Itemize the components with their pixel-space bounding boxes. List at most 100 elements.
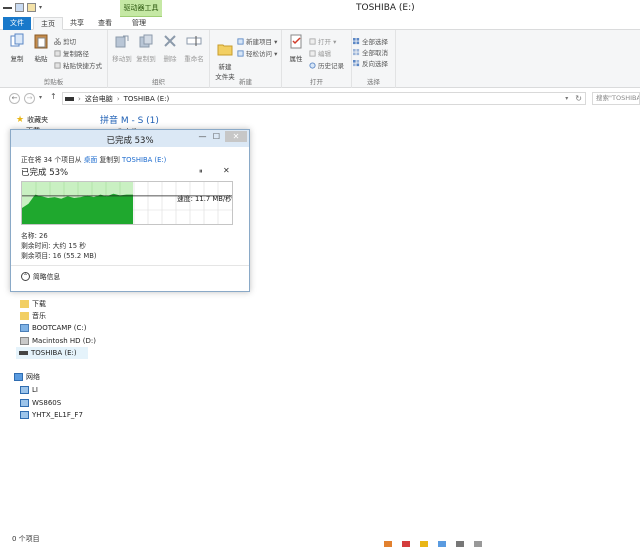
folder-icon [217, 44, 233, 56]
nav-network[interactable]: 网络 [14, 371, 40, 383]
nav-network-li[interactable]: LI [20, 384, 38, 396]
tab-view[interactable]: 查看 [92, 17, 118, 30]
cancel-copy-button[interactable]: ✕ [223, 166, 230, 175]
recent-locations-icon[interactable]: ▾ [39, 94, 42, 101]
nav-downloads[interactable]: 下载 [20, 298, 46, 310]
address-dropdown-icon[interactable]: ▾ [565, 95, 568, 102]
select-all-icon [353, 37, 360, 44]
dialog-title-bar: 已完成 53% — ☐ ✕ [11, 130, 249, 147]
easy-access-icon [237, 49, 244, 57]
edit-icon [309, 49, 316, 57]
computer-icon [20, 411, 29, 419]
edit-button[interactable]: 编辑 [309, 48, 331, 58]
computer-icon [20, 386, 29, 394]
progress-percent: 已完成 53% [21, 168, 69, 178]
paste-button[interactable]: 粘贴 [30, 33, 52, 63]
address-input[interactable]: › 这台电脑 › TOSHIBA (E:) ▾ ↻ [62, 92, 586, 105]
tray-icon[interactable] [438, 541, 446, 547]
select-group: 全部选择 全部取消 反向选择 选择 [352, 30, 396, 88]
minimize-button[interactable]: — [196, 131, 209, 142]
music-folder-icon [20, 312, 29, 320]
copy-path-button[interactable]: 复制路径 [54, 48, 89, 58]
scissors-icon [54, 37, 61, 45]
drive-icon [65, 96, 74, 101]
breadcrumb-separator: › [78, 94, 81, 103]
copy-to-button[interactable]: 复制到 [135, 33, 157, 63]
window-menu-icon[interactable] [3, 6, 12, 9]
back-button[interactable]: ← [9, 93, 20, 104]
breadcrumb-separator: › [116, 94, 120, 103]
delete-button[interactable]: 删除 [159, 33, 181, 63]
paste-icon [34, 34, 48, 49]
tab-share[interactable]: 共享 [64, 17, 90, 30]
new-folder-button[interactable]: 新建 文件夹 [213, 33, 237, 81]
back-arrow-icon: ← [11, 94, 18, 102]
copy-path-icon [54, 49, 61, 57]
less-details-button[interactable]: ⌃ 简略信息 [21, 271, 60, 281]
invert-selection-button[interactable]: 反向选择 [353, 58, 388, 68]
move-to-button[interactable]: 移动到 [111, 33, 133, 63]
select-none-button[interactable]: 全部取消 [353, 47, 388, 57]
item-count: 0 个项目 [12, 535, 40, 543]
destination-link[interactable]: TOSHIBA (E:) [122, 156, 166, 164]
windows-drive-icon [20, 324, 29, 332]
pause-button[interactable]: ⏸ [199, 167, 203, 176]
nav-music[interactable]: 音乐 [20, 310, 46, 322]
group-header[interactable]: 拼音 M - S (1) [100, 113, 159, 126]
tray-icon[interactable] [420, 541, 428, 547]
rename-button[interactable]: 重命名 [183, 33, 205, 63]
easy-access-button[interactable]: 轻松访问 ▾ [237, 48, 277, 58]
new-item-button[interactable]: 新建项目 ▾ [237, 36, 277, 46]
invert-selection-icon [353, 59, 360, 66]
items-remaining: 剩余项目: 16 (55.2 MB) [21, 252, 97, 260]
tray-icon[interactable] [474, 541, 482, 547]
open-icon [309, 37, 316, 45]
new-item-icon [237, 37, 244, 45]
copy-icon [10, 33, 24, 47]
nav-toshiba-drive[interactable]: TOSHIBA (E:) [16, 347, 88, 359]
qat-dropdown-icon[interactable]: ▾ [39, 4, 42, 11]
tray-icon[interactable] [456, 541, 464, 547]
breadcrumb-this-pc[interactable]: 这台电脑 [85, 94, 113, 104]
properties-button[interactable]: 属性 [285, 33, 307, 63]
properties-check-icon [290, 34, 302, 49]
tab-file[interactable]: 文件 [3, 17, 31, 30]
copy-progress-dialog: 已完成 53% — ☐ ✕ 正在将 34 个项目从 桌面 复制到 TOSHIBA… [10, 129, 250, 292]
cut-button[interactable]: 剪切 [54, 36, 76, 46]
up-arrow-icon[interactable]: ↑ [50, 92, 57, 101]
nav-network-yhtx[interactable]: YHTX_EL1F_F7 [20, 409, 83, 421]
downloads-folder-icon [20, 300, 29, 308]
close-button[interactable]: ✕ [225, 131, 247, 142]
search-input[interactable]: 搜索"TOSHIBA [592, 92, 640, 105]
rename-icon [186, 36, 202, 46]
open-group: 属性 打开 ▾ 编辑 历史记录 打开 [282, 30, 352, 88]
organize-group: 移动到 复制到 删除 重命名 组织 [108, 30, 210, 88]
tab-home[interactable]: 主页 [33, 17, 63, 30]
ribbon: 复制 粘贴 剪切 复制路径 粘贴快捷方式 剪贴板 移动到 复制到 删除 重命名 … [0, 30, 640, 88]
paste-shortcut-icon [54, 61, 61, 69]
nav-network-ws860s[interactable]: WS860S [20, 397, 61, 409]
network-icon [14, 373, 23, 381]
move-to-icon [115, 35, 129, 48]
breadcrumb-toshiba[interactable]: TOSHIBA (E:) [124, 95, 170, 103]
forward-button[interactable]: → [24, 93, 35, 104]
quick-access-toolbar: ▾ [3, 3, 42, 12]
select-all-button[interactable]: 全部选择 [353, 36, 388, 46]
tray-icon[interactable] [384, 541, 392, 547]
nav-bootcamp-drive[interactable]: BOOTCAMP (C:) [20, 322, 86, 334]
source-link[interactable]: 桌面 [84, 156, 98, 164]
history-button[interactable]: 历史记录 [309, 60, 344, 70]
open-button[interactable]: 打开 ▾ [309, 36, 336, 46]
maximize-button[interactable]: ☐ [210, 131, 223, 142]
properties-icon[interactable] [15, 3, 24, 12]
paste-shortcut-button[interactable]: 粘贴快捷方式 [54, 60, 102, 70]
tab-manage[interactable]: 管理 [124, 17, 154, 30]
transfer-speed-graph [21, 181, 233, 225]
tray-icon[interactable] [402, 541, 410, 547]
refresh-icon[interactable]: ↻ [572, 94, 585, 103]
new-folder-icon[interactable] [27, 3, 36, 12]
copy-button[interactable]: 复制 [6, 33, 28, 63]
nav-macintosh-drive[interactable]: Macintosh HD (D:) [20, 335, 96, 347]
star-icon: ★ [16, 115, 25, 125]
nav-favorites[interactable]: ★ 收藏夹 [16, 114, 48, 126]
